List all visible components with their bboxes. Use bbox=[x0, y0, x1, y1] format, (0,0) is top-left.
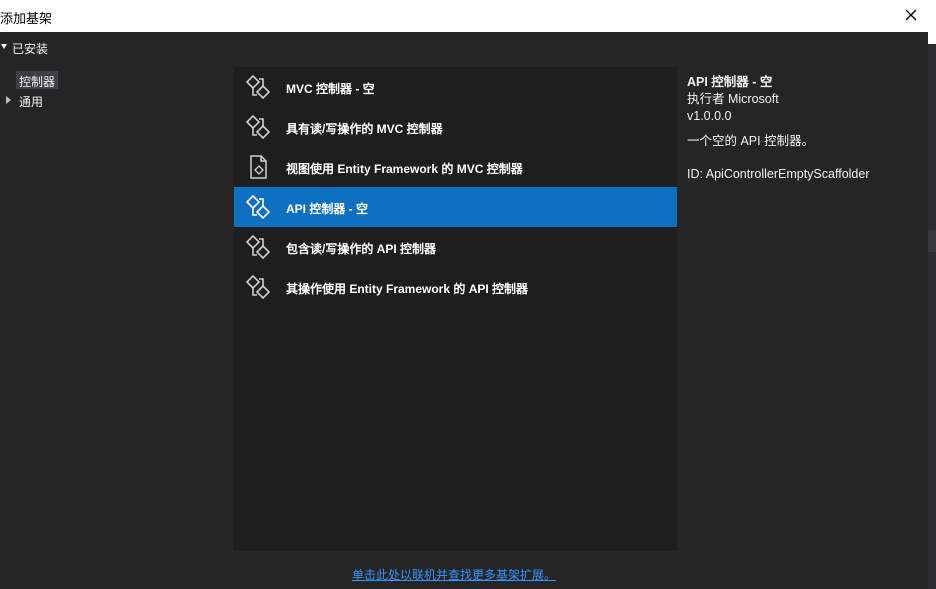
tree-item-controllers[interactable]: 控制器 bbox=[16, 71, 59, 89]
background-window-edge bbox=[928, 0, 936, 589]
details-panel: API 控制器 - 空 执行者 Microsoft v1.0.0.0 一个空的 … bbox=[687, 74, 917, 183]
controller-icon bbox=[245, 234, 271, 260]
controller-icon bbox=[245, 74, 271, 100]
list-item[interactable]: 视图使用 Entity Framework 的 MVC 控制器 bbox=[234, 147, 677, 187]
close-icon[interactable] bbox=[902, 6, 920, 24]
caret-down-icon[interactable] bbox=[1, 44, 7, 49]
details-author: 执行者 Microsoft bbox=[687, 92, 779, 106]
controller-icon bbox=[245, 114, 271, 140]
item-label: MVC 控制器 - 空 bbox=[286, 82, 375, 96]
item-label: 具有读/写操作的 MVC 控制器 bbox=[286, 122, 443, 136]
list-item[interactable]: 包含读/写操作的 API 控制器 bbox=[234, 227, 677, 267]
item-label: 视图使用 Entity Framework 的 MVC 控制器 bbox=[286, 162, 523, 176]
controller-icon bbox=[245, 194, 271, 220]
view-controller-icon bbox=[250, 155, 267, 179]
scaffold-list: MVC 控制器 - 空 具有读/写操作的 MVC 控制器 视图使用 Entity… bbox=[234, 67, 677, 551]
find-more-scaffolds-link[interactable]: 单击此处以联机并查找更多基架扩展。 bbox=[352, 566, 556, 583]
details-name: API 控制器 - 空 bbox=[687, 75, 773, 89]
list-item-selected[interactable]: API 控制器 - 空 bbox=[234, 187, 677, 227]
background-panel bbox=[928, 230, 936, 252]
item-label: 包含读/写操作的 API 控制器 bbox=[286, 242, 437, 256]
caret-right-icon[interactable] bbox=[6, 96, 11, 104]
details-id: ID: ApiControllerEmptyScaffolder bbox=[687, 167, 870, 181]
tree-item-installed[interactable]: 已安装 bbox=[12, 40, 48, 57]
window-title: 添加基架 bbox=[0, 11, 53, 26]
title-bar: 添加基架 bbox=[0, 0, 928, 32]
background-panel bbox=[928, 0, 936, 44]
details-version: v1.0.0.0 bbox=[687, 109, 732, 123]
controller-icon bbox=[245, 274, 271, 300]
list-item[interactable]: 其操作使用 Entity Framework 的 API 控制器 bbox=[234, 267, 677, 307]
item-label: API 控制器 - 空 bbox=[286, 202, 369, 216]
details-description: 一个空的 API 控制器。 bbox=[687, 134, 815, 148]
list-item[interactable]: MVC 控制器 - 空 bbox=[234, 67, 677, 107]
item-label: 其操作使用 Entity Framework 的 API 控制器 bbox=[286, 282, 529, 296]
tree-item-general[interactable]: 通用 bbox=[19, 93, 43, 110]
list-item[interactable]: 具有读/写操作的 MVC 控制器 bbox=[234, 107, 677, 147]
